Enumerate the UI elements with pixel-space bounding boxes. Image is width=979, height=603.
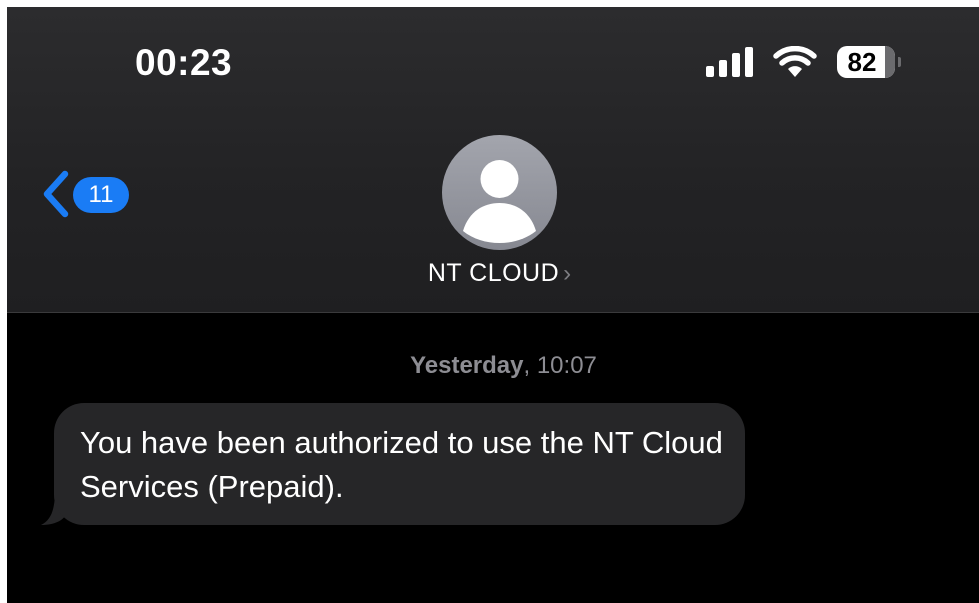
person-icon: [463, 160, 536, 243]
chevron-right-icon: ›: [563, 260, 572, 287]
messages-screen: 00:23 82 11 NT CLOUD › Yesterday, 10:07 …: [7, 7, 979, 603]
battery-nub: [898, 57, 901, 67]
conversation-header: 00:23 82 11 NT CLOUD ›: [7, 7, 979, 313]
chevron-left-icon: [43, 170, 69, 218]
incoming-message-bubble[interactable]: You have been authorized to use the NT C…: [54, 403, 745, 525]
battery-body: 82: [837, 46, 895, 78]
timestamp-day: Yesterday: [410, 352, 524, 379]
message-timestamp: Yesterday, 10:07: [7, 352, 979, 380]
battery-indicator: 82: [837, 46, 901, 78]
unread-count-badge: 11: [73, 177, 129, 213]
message-text: You have been authorized to use the NT C…: [80, 425, 723, 504]
contact-name-button[interactable]: NT CLOUD ›: [7, 259, 979, 288]
battery-level-text: 82: [847, 47, 877, 77]
contact-name: NT CLOUD: [427, 259, 560, 287]
wifi-icon: [773, 46, 817, 77]
cellular-signal-icon: [706, 47, 753, 77]
back-button[interactable]: 11: [39, 167, 139, 221]
contact-avatar[interactable]: [442, 135, 557, 250]
timestamp-time: , 10:07: [523, 352, 597, 379]
status-bar-time: 00:23: [135, 42, 233, 83]
